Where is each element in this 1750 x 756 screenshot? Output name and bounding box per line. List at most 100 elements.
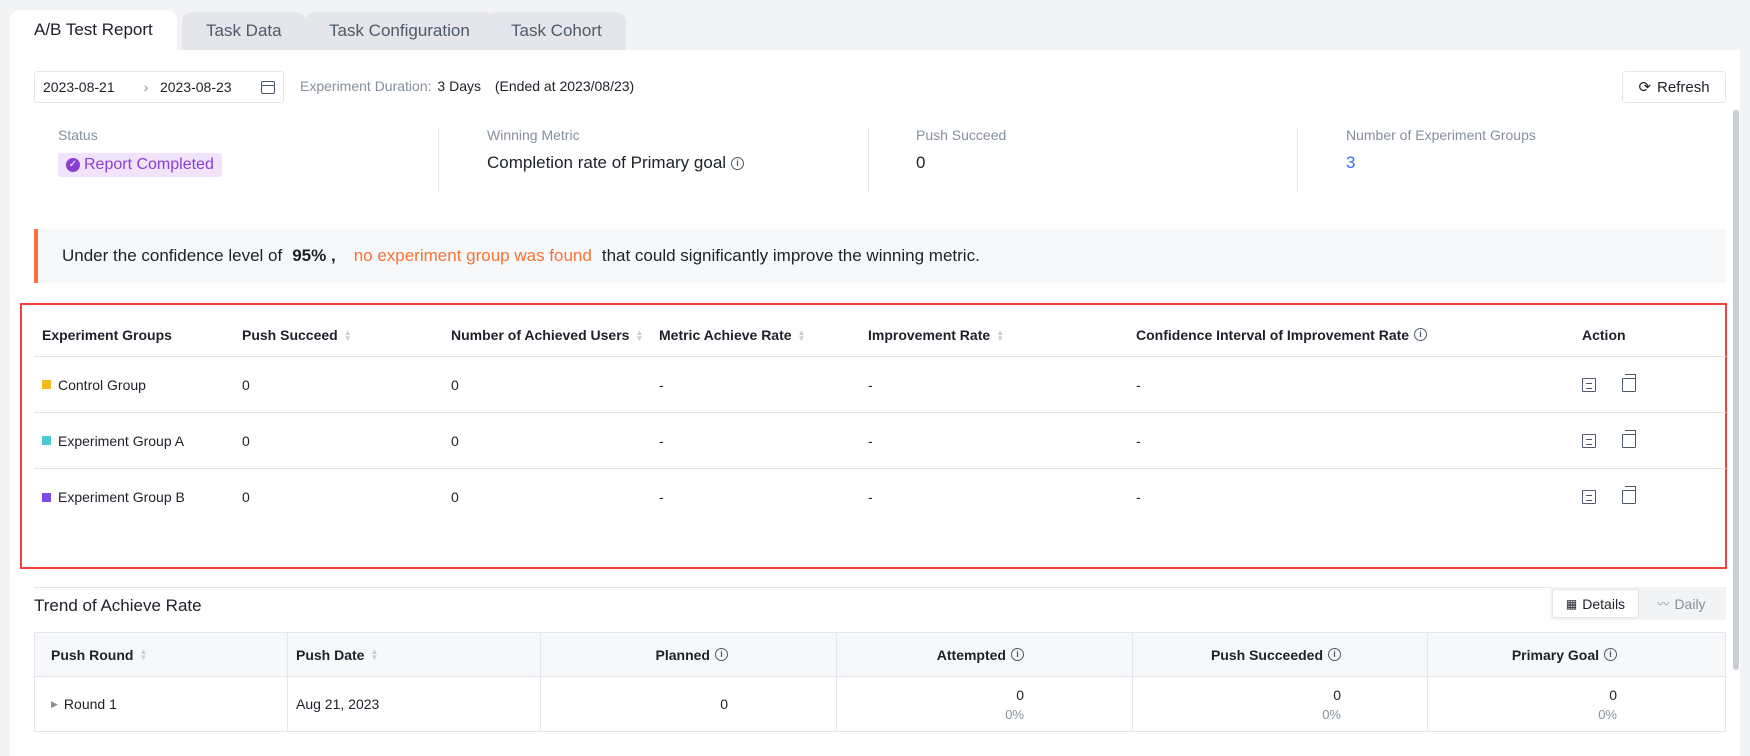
push-succeed-value: 0 bbox=[916, 153, 926, 172]
duration-label: Experiment Duration: bbox=[300, 78, 432, 94]
trend-title: Trend of Achieve Rate bbox=[34, 596, 202, 615]
header-achieved-users[interactable]: Number of Achieved Users ▲ ▼ bbox=[451, 327, 659, 343]
document-icon[interactable] bbox=[1582, 433, 1596, 448]
experiment-groups-table: Experiment Groups Push Succeed ▲ ▼ Number … bbox=[34, 313, 1726, 525]
confidence-interval-cell: - bbox=[1136, 432, 1141, 449]
stat-label: Push Succeed bbox=[916, 127, 1007, 143]
header-metric-achieve-rate[interactable]: Metric Achieve Rate ▲ ▼ bbox=[659, 327, 868, 343]
sort-icon[interactable]: ▲ ▼ bbox=[139, 647, 147, 661]
stat-winning-metric: Winning Metric Completion rate of Primar… bbox=[487, 127, 745, 193]
experiment-groups-count[interactable]: 3 bbox=[1346, 153, 1355, 173]
divider bbox=[868, 127, 869, 193]
divider bbox=[34, 587, 1726, 588]
achieve-rate-cell: - bbox=[659, 489, 664, 505]
sort-icon[interactable]: ▲ ▼ bbox=[996, 328, 1004, 342]
achieved-users-cell: 0 bbox=[451, 376, 459, 393]
info-icon[interactable]: i bbox=[1604, 648, 1617, 661]
achieved-users-cell: 0 bbox=[451, 432, 459, 449]
end-date[interactable]: 2023-08-23 bbox=[160, 79, 255, 95]
confidence-interval-cell: - bbox=[1136, 376, 1141, 393]
group-name: Experiment Group B bbox=[58, 489, 185, 505]
group-name: Experiment Group A bbox=[58, 432, 185, 449]
header-primary-goal: Primary Goal i bbox=[1428, 633, 1725, 676]
tab-bar: A/B Test Report Task Data Task Configura… bbox=[10, 0, 1750, 50]
table-row: Experiment Group B 0 0 - - - bbox=[34, 469, 1726, 525]
tab-task-data[interactable]: Task Data bbox=[182, 12, 306, 50]
info-icon[interactable]: i bbox=[731, 156, 745, 170]
copy-icon[interactable] bbox=[1622, 373, 1636, 392]
stat-label: Status bbox=[58, 127, 98, 143]
header-experiment-groups: Experiment Groups bbox=[42, 326, 172, 343]
push-succeed-cell: 0 bbox=[242, 432, 250, 449]
details-view-button[interactable]: ▦ Details bbox=[1552, 589, 1639, 618]
winning-metric-value: Completion rate of Primary goal bbox=[487, 153, 727, 172]
confidence-interval-cell: - bbox=[1136, 489, 1141, 505]
stat-label: Number of Experiment Groups bbox=[1346, 127, 1536, 143]
table-row: Control Group 0 0 - - - bbox=[34, 357, 1726, 413]
status-value: Report Completed bbox=[84, 156, 214, 173]
sort-icon[interactable]: ▲ ▼ bbox=[635, 328, 643, 342]
header-push-succeeded: Push Succeeded i bbox=[1133, 633, 1428, 676]
achieved-users-cell: 0 bbox=[451, 489, 459, 505]
refresh-button[interactable]: ⟳ Refresh bbox=[1622, 71, 1726, 103]
check-circle-icon: ✓ bbox=[66, 158, 80, 172]
achieve-rate-cell: - bbox=[659, 376, 664, 393]
experiment-duration: Experiment Duration: 3 Days (Ended at 20… bbox=[300, 78, 634, 94]
chevron-right-icon: › bbox=[143, 79, 149, 95]
header-improvement-rate[interactable]: Improvement Rate ▲ ▼ bbox=[868, 327, 1136, 343]
copy-icon[interactable] bbox=[1622, 429, 1636, 448]
push-succeed-cell: 0 bbox=[242, 376, 250, 393]
alert-prefix: Under the confidence level of bbox=[62, 246, 283, 265]
sort-icon[interactable]: ▲ ▼ bbox=[344, 328, 352, 342]
divider bbox=[1297, 127, 1298, 193]
header-push-succeed[interactable]: Push Succeed ▲ ▼ bbox=[242, 327, 451, 343]
improvement-rate-cell: - bbox=[868, 432, 873, 449]
status-badge: ✓ Report Completed bbox=[58, 153, 222, 177]
expand-caret-icon[interactable]: ▶ bbox=[51, 699, 58, 710]
group-name: Control Group bbox=[58, 376, 146, 393]
header-push-date[interactable]: Push Date ▲ ▼ bbox=[288, 633, 541, 676]
table-header: Push Round ▲ ▼ Push Date ▲ ▼ Planned i Attemp… bbox=[35, 633, 1725, 677]
alert-level: 95% , bbox=[292, 246, 336, 265]
group-color-swatch bbox=[42, 492, 51, 502]
copy-icon[interactable] bbox=[1622, 486, 1636, 504]
confidence-alert: Under the confidence level of 95% , no e… bbox=[34, 229, 1726, 283]
header-planned: Planned i bbox=[541, 633, 837, 676]
document-icon[interactable] bbox=[1582, 377, 1596, 392]
table-icon: ▦ bbox=[1565, 596, 1578, 611]
scrollbar[interactable] bbox=[1733, 110, 1739, 670]
start-date[interactable]: 2023-08-21 bbox=[43, 79, 132, 95]
achieve-rate-cell: - bbox=[659, 432, 664, 449]
stat-label: Winning Metric bbox=[487, 127, 580, 143]
table-row: ▶ Round 1 Aug 21, 2023 0 0 0% 0 0% 0 0% bbox=[35, 677, 1725, 731]
alert-highlight: no experiment group was found bbox=[353, 246, 592, 265]
table-header: Experiment Groups Push Succeed ▲ ▼ Number … bbox=[34, 313, 1726, 357]
stat-experiment-groups: Number of Experiment Groups 3 bbox=[1346, 127, 1536, 193]
sort-icon[interactable]: ▲ ▼ bbox=[798, 328, 806, 342]
tab-ab-test-report[interactable]: A/B Test Report bbox=[10, 10, 177, 50]
duration-value: 3 Days bbox=[437, 78, 481, 94]
sort-icon[interactable]: ▲ ▼ bbox=[370, 647, 378, 661]
header-push-round[interactable]: Push Round ▲ ▼ bbox=[35, 633, 288, 676]
stat-status: Status ✓ Report Completed bbox=[58, 127, 222, 193]
tab-task-configuration[interactable]: Task Configuration bbox=[305, 12, 494, 50]
document-icon[interactable] bbox=[1582, 490, 1596, 504]
alert-suffix: that could significantly improve the win… bbox=[601, 246, 980, 265]
round-cell[interactable]: ▶ Round 1 bbox=[35, 677, 288, 731]
header-confidence-interval: Confidence Interval of Improvement Rate i bbox=[1136, 327, 1582, 343]
info-icon[interactable]: i bbox=[1011, 648, 1024, 661]
divider bbox=[438, 127, 439, 193]
succeeded-cell: 0 0% bbox=[1133, 677, 1428, 731]
planned-cell: 0 bbox=[541, 677, 837, 731]
attempted-cell: 0 0% bbox=[837, 677, 1133, 731]
improvement-rate-cell: - bbox=[868, 489, 873, 505]
tab-task-cohort[interactable]: Task Cohort bbox=[487, 12, 626, 50]
info-icon[interactable]: i bbox=[1328, 648, 1341, 661]
date-range-picker[interactable]: 2023-08-21 › 2023-08-23 bbox=[34, 71, 284, 103]
daily-view-button[interactable]: 〰 Daily bbox=[1639, 589, 1724, 618]
info-icon[interactable]: i bbox=[1414, 328, 1428, 341]
info-icon[interactable]: i bbox=[715, 648, 728, 661]
stat-push-succeed: Push Succeed 0 bbox=[916, 127, 1006, 193]
group-color-swatch bbox=[42, 380, 51, 389]
calendar-icon[interactable] bbox=[261, 80, 275, 94]
